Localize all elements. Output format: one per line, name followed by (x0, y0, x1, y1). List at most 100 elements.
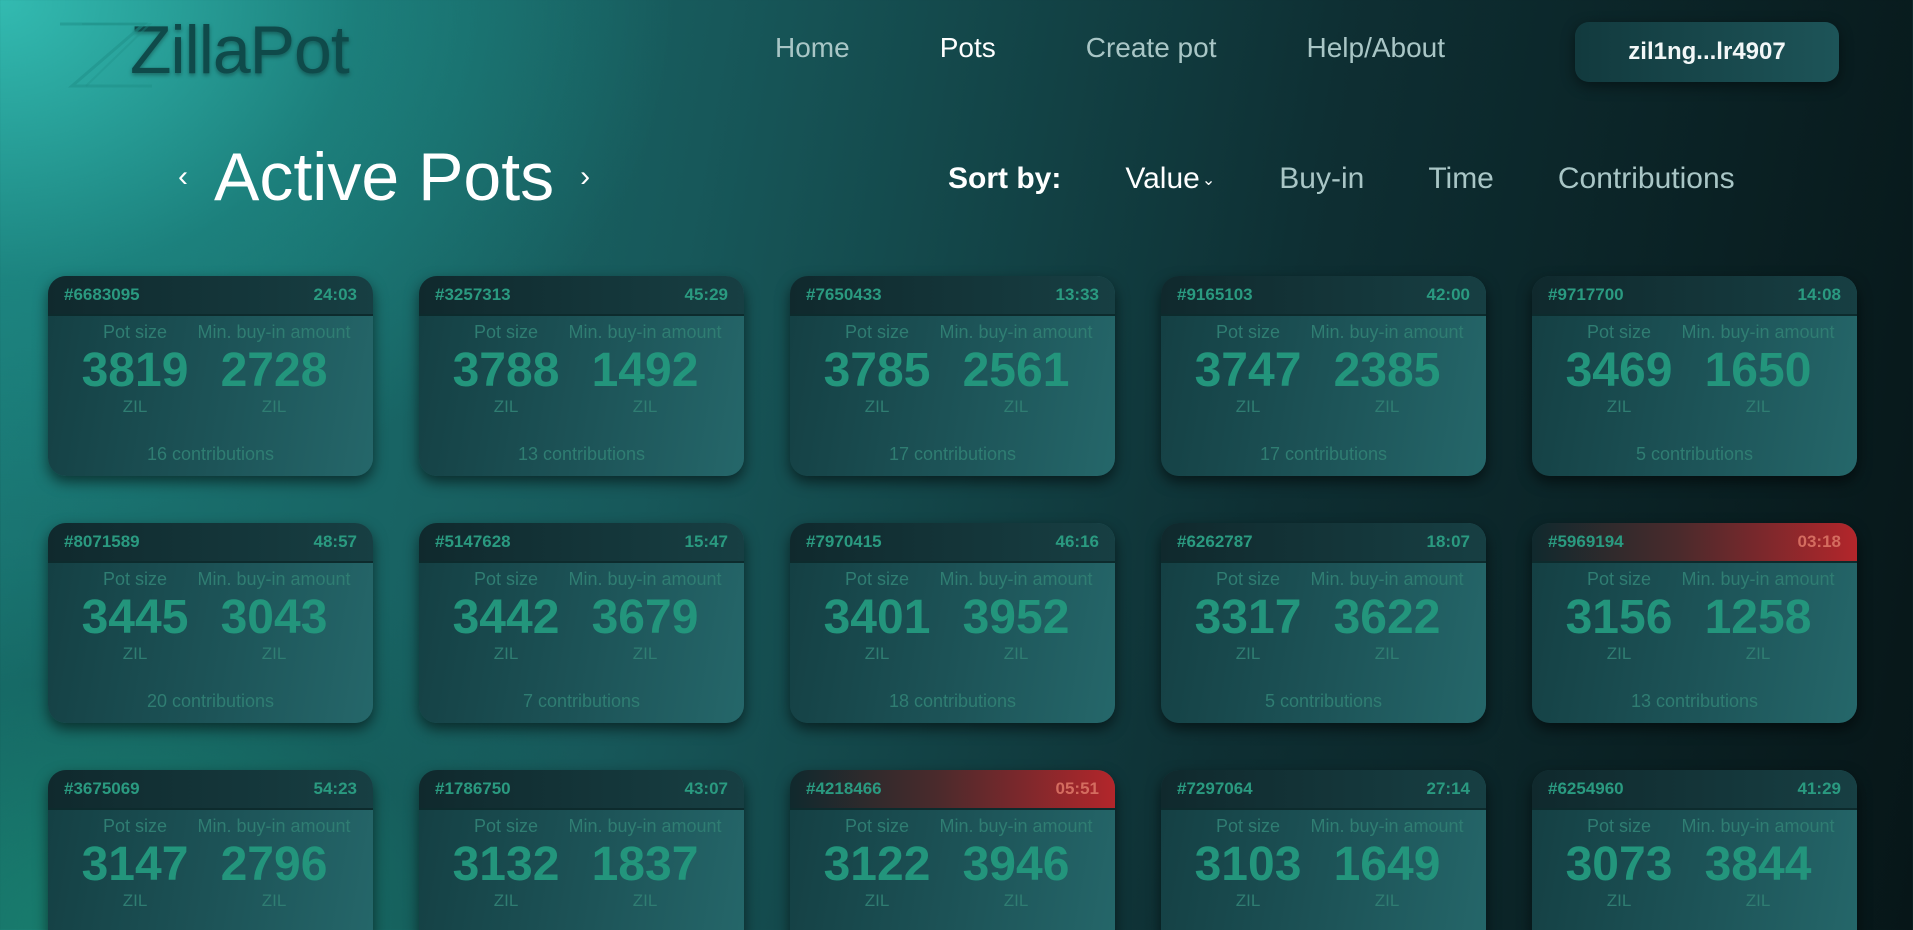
buy-in-value: 3043 (220, 591, 328, 644)
pot-card-body: Pot size 3445 ZIL Min. buy-in amount 304… (48, 563, 373, 723)
pot-id: #6683095 (64, 285, 140, 304)
sort-option-time[interactable]: Time (1428, 162, 1494, 196)
buy-in-unit: ZIL (1745, 644, 1771, 663)
buy-in-label: Min. buy-in amount (197, 569, 351, 589)
pot-time-remaining: 42:00 (1426, 285, 1470, 304)
pot-card-header: #3257313 45:29 (419, 276, 744, 316)
buy-in-column: Min. buy-in amount 2728 ZIL (186, 322, 362, 417)
pot-size-column: Pot size 3785 ZIL (814, 322, 940, 417)
pot-contributions: 17 contributions (1259, 444, 1388, 464)
pot-card[interactable]: #7297064 27:14 Pot size 3103 ZIL Min. bu… (1161, 770, 1486, 930)
pot-card-body: Pot size 3147 ZIL Min. buy-in amount 279… (48, 810, 373, 930)
pot-size-label: Pot size (1215, 569, 1281, 589)
pot-card[interactable]: #5147628 15:47 Pot size 3442 ZIL Min. bu… (419, 523, 744, 723)
nav-help-about[interactable]: Help/About (1306, 32, 1445, 64)
buy-in-unit: ZIL (632, 891, 658, 910)
buy-in-unit: ZIL (1003, 891, 1029, 910)
pot-time-remaining: 43:07 (684, 779, 728, 798)
pot-contributions: 17 contributions (888, 444, 1017, 464)
buy-in-label: Min. buy-in amount (197, 322, 351, 342)
pot-card[interactable]: #9165103 42:00 Pot size 3747 ZIL Min. bu… (1161, 276, 1486, 476)
app-logo[interactable]: ZillaPot (52, 12, 350, 94)
pot-card[interactable]: #6683095 24:03 Pot size 3819 ZIL Min. bu… (48, 276, 373, 476)
buy-in-unit: ZIL (1374, 891, 1400, 910)
pot-card-body: Pot size 3442 ZIL Min. buy-in amount 367… (419, 563, 744, 723)
pot-card-body: Pot size 3747 ZIL Min. buy-in amount 238… (1161, 316, 1486, 476)
pot-card[interactable]: #1786750 43:07 Pot size 3132 ZIL Min. bu… (419, 770, 744, 930)
buy-in-value: 3952 (962, 591, 1070, 644)
pot-contributions: 18 contributions (888, 691, 1017, 711)
pot-card[interactable]: #4218466 05:51 Pot size 3122 ZIL Min. bu… (790, 770, 1115, 930)
buy-in-value: 1837 (591, 838, 699, 891)
pot-size-label: Pot size (1586, 569, 1652, 589)
sort-option-value[interactable]: Value ⌄ (1125, 162, 1215, 196)
pot-size-value: 3122 (823, 838, 931, 891)
page-title-row: ‹ Active Pots › (178, 138, 590, 216)
buy-in-label: Min. buy-in amount (939, 816, 1093, 836)
pot-size-value: 3445 (81, 591, 189, 644)
pot-time-remaining: 45:29 (684, 285, 728, 304)
buy-in-value: 2728 (220, 344, 328, 397)
chevron-down-icon: ⌄ (1201, 172, 1216, 190)
buy-in-value: 1258 (1704, 591, 1812, 644)
pot-card[interactable]: #3675069 54:23 Pot size 3147 ZIL Min. bu… (48, 770, 373, 930)
pot-card-header: #6683095 24:03 (48, 276, 373, 316)
pot-size-column: Pot size 3788 ZIL (443, 322, 569, 417)
pot-size-column: Pot size 3122 ZIL (814, 816, 940, 911)
buy-in-value: 3622 (1333, 591, 1441, 644)
pot-card-body: Pot size 3122 ZIL Min. buy-in amount 394… (790, 810, 1115, 930)
nav-create-pot[interactable]: Create pot (1086, 32, 1217, 64)
pot-card[interactable]: #5969194 03:18 Pot size 3156 ZIL Min. bu… (1532, 523, 1857, 723)
pot-card[interactable]: #7650433 13:33 Pot size 3785 ZIL Min. bu… (790, 276, 1115, 476)
chevron-right-icon[interactable]: › (580, 160, 590, 194)
pot-contributions: 5 contributions (1635, 444, 1754, 464)
sort-label: Sort by: (948, 162, 1062, 195)
pot-card[interactable]: #9717700 14:08 Pot size 3469 ZIL Min. bu… (1532, 276, 1857, 476)
sort-bar: Sort by: Value ⌄ Buy-in Time Contribution… (948, 162, 1799, 196)
pot-card[interactable]: #6254960 41:29 Pot size 3073 ZIL Min. bu… (1532, 770, 1857, 930)
pot-size-label: Pot size (473, 322, 539, 342)
buy-in-unit: ZIL (1745, 397, 1771, 416)
pot-size-label: Pot size (1215, 816, 1281, 836)
buy-in-column: Min. buy-in amount 3946 ZIL (928, 816, 1104, 911)
pot-time-remaining: 27:14 (1426, 779, 1470, 798)
buy-in-column: Min. buy-in amount 2796 ZIL (186, 816, 362, 911)
pot-size-label: Pot size (1586, 816, 1652, 836)
buy-in-column: Min. buy-in amount 3952 ZIL (928, 569, 1104, 664)
pot-size-label: Pot size (102, 816, 168, 836)
pot-size-column: Pot size 3073 ZIL (1556, 816, 1682, 911)
chevron-left-icon[interactable]: ‹ (178, 160, 188, 194)
buy-in-label: Min. buy-in amount (568, 322, 722, 342)
wallet-address-button[interactable]: zil1ng...lr4907 (1575, 22, 1839, 82)
pot-id: #5147628 (435, 532, 511, 551)
pot-id: #5969194 (1548, 532, 1624, 551)
pot-size-column: Pot size 3103 ZIL (1185, 816, 1311, 911)
nav-pots[interactable]: Pots (940, 32, 996, 64)
pot-size-value: 3156 (1565, 591, 1673, 644)
pot-size-column: Pot size 3156 ZIL (1556, 569, 1682, 664)
pot-size-label: Pot size (102, 322, 168, 342)
pot-card[interactable]: #8071589 48:57 Pot size 3445 ZIL Min. bu… (48, 523, 373, 723)
pot-time-remaining: 18:07 (1426, 532, 1470, 551)
pot-card[interactable]: #6262787 18:07 Pot size 3317 ZIL Min. bu… (1161, 523, 1486, 723)
pot-card-header: #7970415 46:16 (790, 523, 1115, 563)
pot-id: #6254960 (1548, 779, 1624, 798)
pot-card[interactable]: #7970415 46:16 Pot size 3401 ZIL Min. bu… (790, 523, 1115, 723)
buy-in-unit: ZIL (632, 644, 658, 663)
nav-home[interactable]: Home (775, 32, 850, 64)
buy-in-label: Min. buy-in amount (1681, 322, 1835, 342)
buy-in-value: 2561 (962, 344, 1070, 397)
pot-id: #3257313 (435, 285, 511, 304)
pot-card[interactable]: #3257313 45:29 Pot size 3788 ZIL Min. bu… (419, 276, 744, 476)
pot-card-body: Pot size 3156 ZIL Min. buy-in amount 125… (1532, 563, 1857, 723)
pot-grid: #6683095 24:03 Pot size 3819 ZIL Min. bu… (48, 276, 1860, 930)
sort-option-contributions[interactable]: Contributions (1558, 162, 1735, 196)
sort-option-buy-in[interactable]: Buy-in (1279, 162, 1364, 196)
pot-card-body: Pot size 3469 ZIL Min. buy-in amount 165… (1532, 316, 1857, 476)
pot-size-column: Pot size 3469 ZIL (1556, 322, 1682, 417)
app-name: ZillaPot (130, 12, 350, 88)
buy-in-unit: ZIL (1003, 644, 1029, 663)
main-nav: Home Pots Create pot Help/About (775, 32, 1535, 64)
pot-size-label: Pot size (473, 816, 539, 836)
buy-in-label: Min. buy-in amount (939, 322, 1093, 342)
